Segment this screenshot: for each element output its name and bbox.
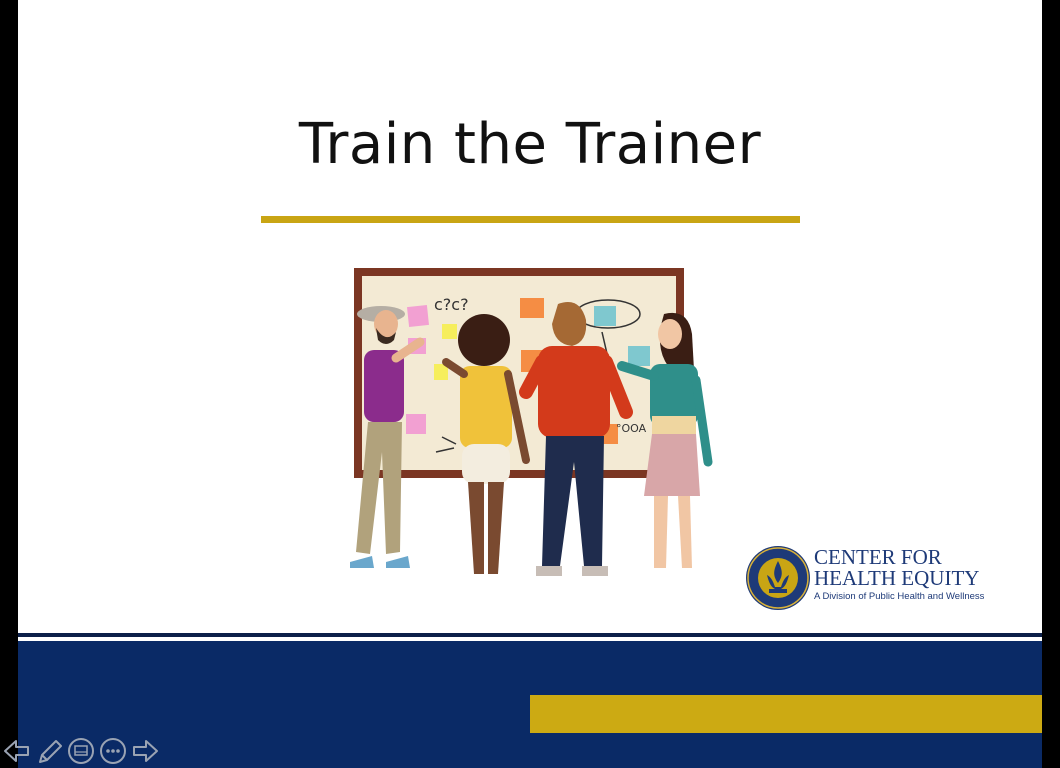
logo-line-2: HEALTH EQUITY <box>814 566 980 590</box>
svg-text:°OOA: °OOA <box>616 422 647 435</box>
logo-line-1: CENTER FOR <box>814 545 942 569</box>
arrow-left-icon[interactable] <box>2 736 32 766</box>
slide-title: Train the Trainer <box>298 112 762 177</box>
svg-text:c?c?: c?c? <box>434 295 469 314</box>
pen-icon[interactable] <box>34 736 64 766</box>
louisville-seal-icon <box>746 546 810 610</box>
slides-grid-icon[interactable] <box>66 736 96 766</box>
footer-gold-bar <box>530 695 1042 733</box>
footer-divider <box>18 633 1042 637</box>
title-underline <box>261 216 800 223</box>
slide-footer-band <box>18 641 1042 768</box>
slideshow-controls <box>2 736 162 766</box>
team-whiteboard-illustration: c?c? °OOA <box>350 268 713 576</box>
more-options-icon[interactable] <box>98 736 128 766</box>
arrow-right-icon[interactable] <box>130 736 160 766</box>
center-for-health-equity-logo: CENTER FOR HEALTH EQUITY A Division of P… <box>745 543 1005 615</box>
logo-subtitle: A Division of Public Health and Wellness <box>814 591 985 602</box>
slide: Train the Trainer c?c? °OOA CENTER FOR H… <box>18 0 1042 768</box>
